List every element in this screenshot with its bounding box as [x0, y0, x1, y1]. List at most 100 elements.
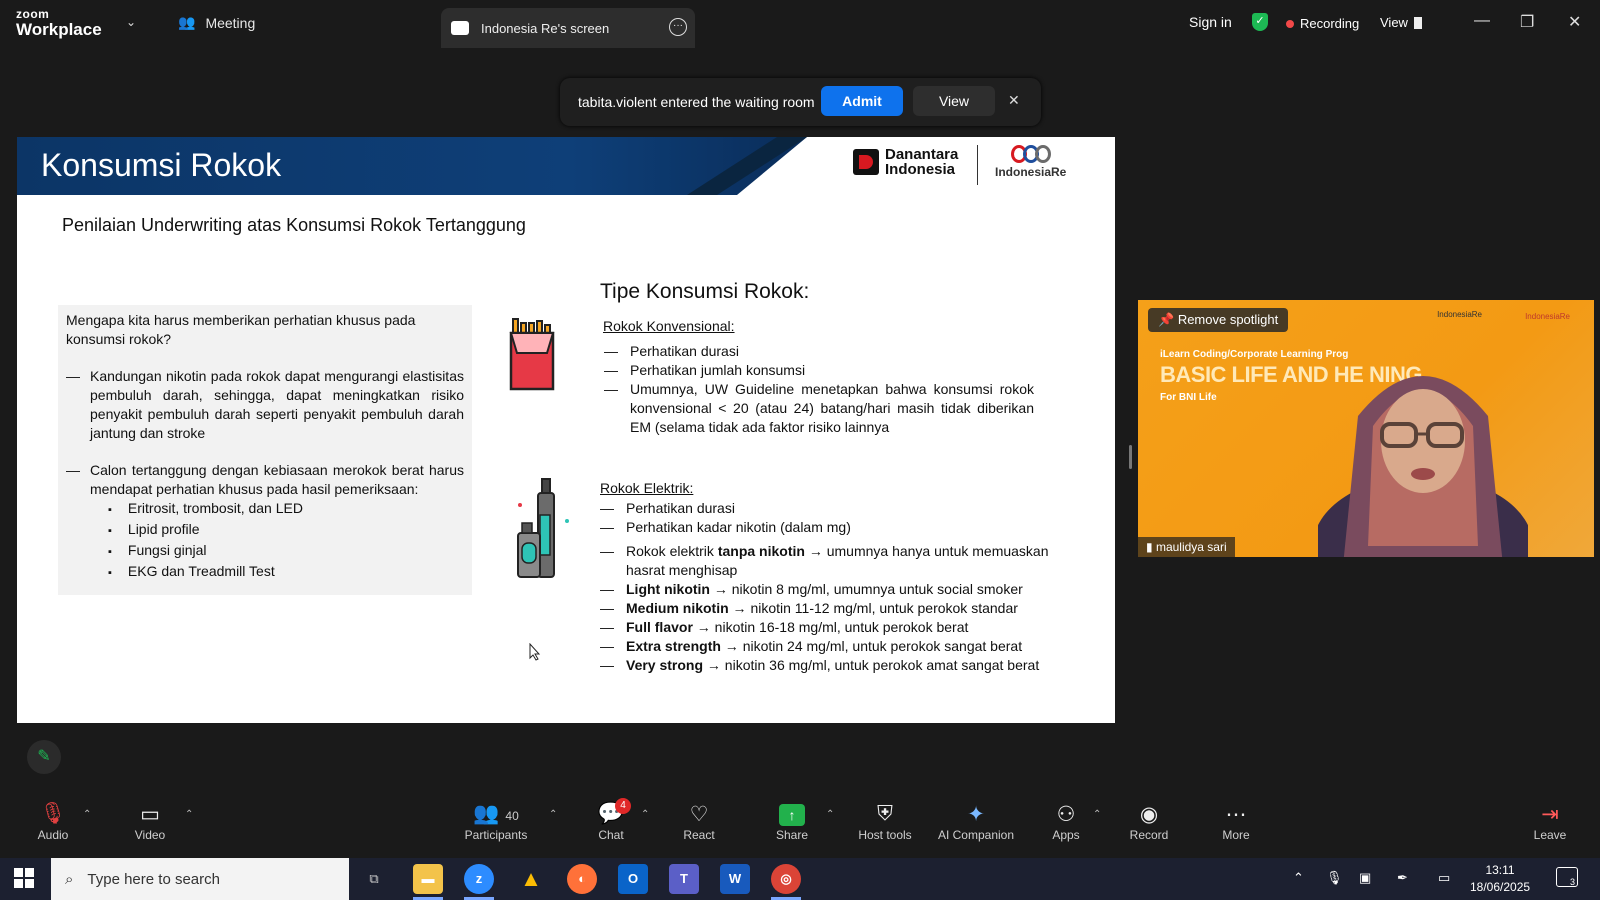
admit-button[interactable]: Admit [821, 86, 903, 116]
notifications-icon[interactable]: 3 [1556, 867, 1578, 887]
apps-options-chevron-icon[interactable]: ⌃ [1093, 809, 1101, 820]
chrome-icon[interactable]: ◎ [771, 864, 801, 900]
more-dots-icon: ⋯ [1225, 803, 1247, 826]
view-waiting-room-button[interactable]: View [913, 86, 995, 116]
pen-tray-icon[interactable]: ✒ [1397, 870, 1408, 886]
shared-slide: Konsumsi Rokok Danantara Indonesia Indon… [17, 137, 1115, 723]
list-item: — Perhatikan kadar nikotin (dalam mg) [600, 519, 851, 535]
view-layout-icon [1413, 16, 1422, 29]
heart-icon: ♡ [689, 803, 709, 826]
indonesiare-logo: IndonesiaRe [995, 145, 1066, 179]
windows-start-icon[interactable] [14, 868, 34, 888]
remove-spotlight-button[interactable]: 📌 Remove spotlight [1148, 308, 1289, 332]
display-tray-icon[interactable]: ▣ [1359, 870, 1371, 886]
elektrik-heading: Rokok Elektrik: [600, 480, 694, 496]
annotate-pencil-icon[interactable]: ✎ [27, 740, 61, 774]
record-dot-icon [1286, 19, 1294, 28]
close-notification-icon[interactable]: ✕ [1008, 92, 1020, 109]
waiting-room-notification: tabita.violent entered the waiting room … [560, 78, 1041, 126]
ai-companion-button[interactable]: ✦ AI Companion [936, 802, 1016, 842]
search-icon: ⌕ [65, 870, 74, 888]
video-button[interactable]: ▭ Video [110, 802, 190, 842]
apps-button[interactable]: ⚇ Apps [1026, 802, 1106, 842]
signal-bars-icon: ▮ [1146, 540, 1153, 554]
sign-in-link[interactable]: Sign in [1189, 14, 1232, 30]
tab-meeting[interactable]: 👥 Meeting [178, 14, 255, 31]
chat-icon: 💬 [597, 802, 625, 825]
participant-person-image [1318, 376, 1528, 557]
chat-options-chevron-icon[interactable]: ⌃ [641, 809, 649, 820]
elektrik-list: — Perhatikan durasi — Perhatikan kadar nik… [600, 499, 1065, 675]
chevron-down-icon[interactable]: ⌄ [126, 15, 136, 29]
audio-options-chevron-icon[interactable]: ⌃ [83, 809, 91, 820]
windows-taskbar: ⌕ Type here to search ⧉ ▬ z ▲ ◐ O T W ◎ … [0, 858, 1600, 900]
meeting-toolbar: 🎙 Audio ⌃ ▭ Video ⌃ 👥 40 Participants ⌃ 💬… [0, 796, 1600, 858]
show-hidden-icons-chevron-icon[interactable]: ⌃ [1293, 870, 1304, 886]
keyboard-tray-icon[interactable]: ▭ [1438, 870, 1450, 886]
host-tools-button[interactable]: ⛨ Host tools [845, 802, 925, 842]
word-icon[interactable]: W [720, 864, 750, 894]
participants-options-chevron-icon[interactable]: ⌃ [549, 809, 557, 820]
konvensional-list: — Perhatikan durasi — Perhatikan jumlah ko… [604, 342, 1034, 437]
host-shield-icon: ⛨ [877, 802, 893, 825]
zoom-logo[interactable]: zoom Workplace [16, 8, 102, 38]
people-icon: 👥 [178, 14, 196, 30]
pin-icon: 📌 [1158, 312, 1175, 327]
restore-icon[interactable]: ❐ [1520, 12, 1534, 32]
list-item: — Medium nikotin → nikotin 11-12 mg/ml, u… [600, 600, 1018, 616]
security-shield-icon[interactable]: ✓ [1252, 13, 1268, 31]
chat-unread-badge: 4 [615, 798, 631, 814]
view-button[interactable]: View [1380, 15, 1422, 30]
participants-icon: 👥 [473, 802, 500, 825]
participant-name-label: ▮ maulidya sari [1138, 537, 1235, 557]
danantara-logo: Danantara Indonesia [853, 147, 958, 177]
microphone-muted-icon: 🎙 [39, 802, 67, 825]
list-item: Fungsi ginjal [108, 541, 464, 562]
record-button[interactable]: ◉ Record [1109, 802, 1189, 842]
why-attention-box: Mengapa kita harus memberikan perhatian … [58, 305, 472, 595]
file-explorer-icon[interactable]: ▬ [413, 864, 443, 900]
tab-shared-screen[interactable]: Indonesia Re's screen ··· [441, 8, 695, 48]
more-options-icon[interactable]: ··· [669, 18, 687, 36]
vape-device-icon [517, 478, 569, 578]
cigarette-pack-icon [509, 318, 555, 391]
google-drive-icon[interactable]: ▲ [516, 864, 546, 894]
list-item: — Extra strength → nikotin 24 mg/ml, untu… [600, 638, 1023, 654]
share-options-chevron-icon[interactable]: ⌃ [826, 809, 834, 820]
list-item: — Perhatikan durasi [604, 343, 739, 359]
share-button[interactable]: ↑ Share [752, 802, 832, 842]
rings-icon [995, 145, 1066, 163]
react-button[interactable]: ♡ React [659, 802, 739, 842]
taskbar-search-input[interactable]: ⌕ Type here to search [51, 858, 349, 900]
minimize-icon[interactable]: — [1474, 12, 1490, 30]
outlook-icon[interactable]: O [618, 864, 648, 894]
leave-icon: ⇥ [1541, 803, 1559, 826]
zoom-app-icon[interactable]: z [464, 864, 494, 900]
list-item: — Rokok elektrik tanpa nikotin → umumnya … [600, 543, 1049, 578]
list-item: — Kandungan nikotin pada rokok dapat men… [66, 368, 464, 441]
list-item: Lipid profile [108, 520, 464, 541]
teams-icon[interactable]: T [669, 864, 699, 894]
firefox-icon[interactable]: ◐ [567, 864, 597, 894]
task-view-icon[interactable]: ⧉ [359, 864, 389, 894]
list-item: — Full flavor → nikotin 16-18 mg/ml, untu… [600, 619, 969, 635]
logo-divider [977, 145, 978, 185]
chat-button[interactable]: 💬 4 Chat [571, 798, 651, 842]
danantara-mark-icon [853, 149, 879, 175]
participant-video[interactable]: 📌 Remove spotlight IndonesiaRe Indonesia… [1138, 300, 1594, 557]
list-item: Eritrosit, trombosit, dan LED [108, 499, 464, 520]
audio-button[interactable]: 🎙 Audio [13, 802, 93, 842]
close-icon[interactable]: ✕ [1568, 12, 1581, 32]
participants-button[interactable]: 👥 40 Participants [456, 802, 536, 842]
video-options-chevron-icon[interactable]: ⌃ [185, 809, 193, 820]
exam-list: Eritrosit, trombosit, dan LED Lipid prof… [108, 499, 464, 583]
taskbar-clock[interactable]: 13:11 18/06/2025 [1470, 862, 1530, 896]
microphone-tray-icon[interactable]: 🎙 [1326, 870, 1343, 886]
leave-button[interactable]: ⇥ Leave [1510, 802, 1590, 842]
title-bar: zoom Workplace ⌄ 👥 Meeting Indonesia Re'… [0, 0, 1600, 48]
list-item: — Light nikotin → nikotin 8 mg/ml, umumny… [600, 581, 1023, 597]
more-button[interactable]: ⋯ More [1196, 802, 1276, 842]
panel-resize-handle[interactable] [1129, 445, 1132, 469]
recording-indicator[interactable]: Recording [1286, 16, 1359, 31]
slide-title: Konsumsi Rokok [41, 147, 282, 183]
